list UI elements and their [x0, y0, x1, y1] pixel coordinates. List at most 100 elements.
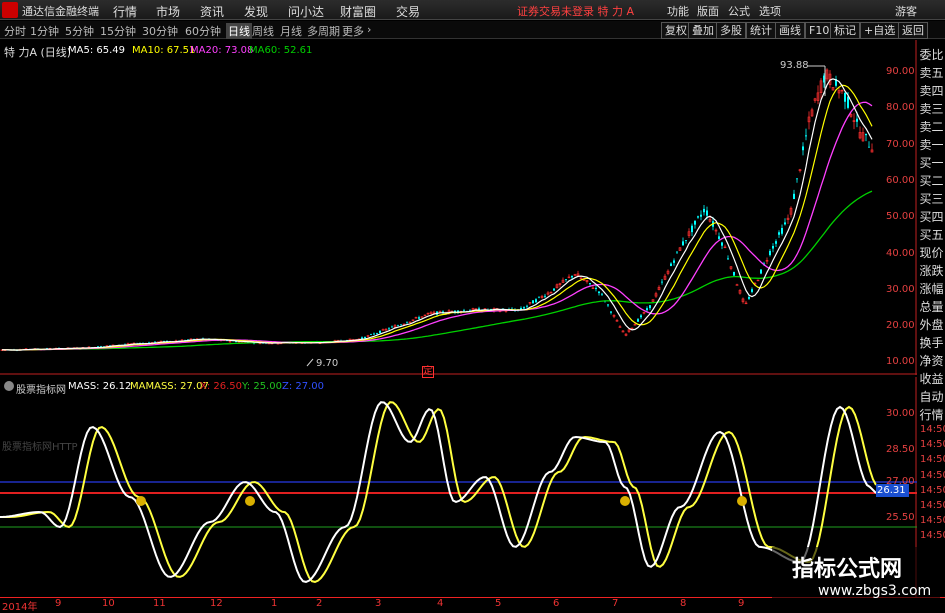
date-label: 2 [316, 598, 323, 609]
period-tab-multi[interactable]: 多周期 [307, 23, 340, 39]
candle-body [781, 227, 783, 234]
tool-mark-button[interactable]: 标记 [830, 22, 860, 39]
period-tab-daily[interactable]: 日线 [226, 23, 252, 39]
side-panel-item[interactable]: 买四 [918, 208, 945, 226]
side-panel-item[interactable]: 外盘 [918, 316, 945, 334]
candle-body [865, 133, 867, 136]
tool-draw-button[interactable]: 画线 [775, 22, 805, 39]
z-value: Z: 27.00 [282, 381, 325, 392]
side-panel-item[interactable]: 自动 [918, 388, 945, 406]
sub-watermark: 股票指标网HTTP [2, 442, 78, 453]
chevron-right-icon[interactable]: › [367, 23, 371, 36]
low-pointer [306, 358, 314, 367]
side-panel-item[interactable]: 收益 [918, 370, 945, 388]
candle-body [748, 297, 750, 299]
candle-body [364, 336, 366, 339]
candle-body [802, 146, 804, 151]
date-label: 6 [553, 598, 560, 609]
menu-item-trade[interactable]: 交易 [396, 3, 420, 20]
period-tab-30min[interactable]: 30分钟 [142, 23, 178, 39]
sub-axis-time: 14:50 [920, 424, 945, 435]
candle-body [640, 315, 642, 318]
period-toolbar: 分时 1分钟 5分钟 15分钟 30分钟 60分钟 日线 周线 月线 多周期 更… [0, 21, 945, 39]
candle-body [682, 241, 684, 246]
menu-item-wealth[interactable]: 财富圈 [340, 3, 376, 20]
period-tab-5min[interactable]: 5分钟 [65, 23, 94, 39]
side-panel-item[interactable]: 卖五 [918, 64, 945, 82]
indicator-name[interactable]: 股票指标网 [16, 381, 66, 396]
candle-body [772, 245, 774, 249]
candle-body [703, 208, 705, 213]
candle-body [751, 289, 753, 292]
app-title: 通达信金融终端 [22, 5, 99, 18]
candle-body [700, 214, 702, 217]
period-tab-monthly[interactable]: 月线 [280, 23, 302, 39]
price-chart[interactable] [0, 40, 917, 375]
candle-body [565, 279, 567, 281]
period-tab-60min[interactable]: 60分钟 [185, 23, 221, 39]
price-axis-label: 30.00 [886, 283, 915, 295]
date-label: 4 [437, 598, 444, 609]
candle-body [760, 269, 762, 274]
side-panel-item[interactable]: 现价 [918, 244, 945, 262]
price-axis-label: 20.00 [886, 320, 915, 332]
price-axis-label: 80.00 [886, 102, 915, 114]
side-panel-item[interactable]: 买三 [918, 190, 945, 208]
side-panel-item[interactable]: 总量 [918, 298, 945, 316]
menu-item-layout[interactable]: 版面 [697, 3, 719, 19]
menu-item-market[interactable]: 市场 [156, 3, 180, 20]
candle-body [775, 241, 777, 244]
sub-axis-label: 27.00 [886, 476, 915, 487]
menu-item-formula[interactable]: 公式 [728, 3, 750, 19]
candle-body [571, 275, 573, 278]
price-axis-label: 50.00 [886, 211, 915, 223]
x-value: X: 26.50 [200, 381, 243, 392]
tool-overlay-button[interactable]: 叠加 [688, 22, 718, 39]
candle-body [154, 341, 156, 343]
tool-multistock-button[interactable]: 多股 [716, 22, 746, 39]
candle-body [670, 263, 672, 266]
sub-axis-time: 14:50 [920, 530, 945, 542]
app-logo-icon [2, 2, 18, 18]
period-tab-15min[interactable]: 15分钟 [100, 23, 136, 39]
menu-item-discover[interactable]: 发现 [244, 3, 268, 20]
side-panel-item[interactable]: 委比 [918, 46, 945, 64]
period-tab-timeshare[interactable]: 分时 [4, 23, 26, 39]
menu-item-quotes[interactable]: 行情 [113, 3, 137, 20]
period-tab-more[interactable]: 更多 [342, 23, 364, 39]
menu-item-functions[interactable]: 功能 [667, 3, 689, 19]
side-panel-item[interactable]: 买五 [918, 226, 945, 244]
date-label: 8 [680, 598, 687, 609]
date-label: 1 [271, 598, 278, 609]
side-panel-item[interactable]: 卖三 [918, 100, 945, 118]
side-panel-item[interactable]: 卖四 [918, 82, 945, 100]
candle-body [397, 325, 399, 327]
side-panel-item[interactable]: 买二 [918, 172, 945, 190]
candle-body [661, 281, 663, 283]
watermark-title: 指标公式网 [792, 557, 903, 582]
side-panel-item[interactable]: 涨跌 [918, 262, 945, 280]
sub-axis-label: 30.00 [886, 408, 915, 419]
sub-axis-time: 14:50 [920, 469, 945, 481]
guest-label[interactable]: 游客 [895, 3, 917, 19]
side-panel-item[interactable]: 卖一 [918, 136, 945, 154]
side-panel-item[interactable]: 换手 [918, 334, 945, 352]
side-panel-item[interactable]: 涨幅 [918, 280, 945, 298]
tool-watchlist-button[interactable]: +自选 [860, 22, 900, 39]
menu-item-options[interactable]: 选项 [759, 3, 781, 19]
menu-item-ask[interactable]: 问小达 [288, 3, 324, 20]
menu-item-news[interactable]: 资讯 [200, 3, 224, 20]
indicator-gear-icon[interactable] [4, 381, 14, 391]
side-panel-item[interactable]: 净资 [918, 352, 945, 370]
side-panel-item[interactable]: 行情 [918, 406, 945, 424]
signal-marker [136, 496, 146, 506]
side-panel: 委比 卖五 卖四 卖三 卖二 卖一 买一 买二 买三 买四 买五 现价 涨跌 涨幅 总量 外盘 换手 净资 收益 自动… [918, 46, 945, 424]
side-panel-item[interactable]: 卖二 [918, 118, 945, 136]
candle-body [601, 293, 603, 295]
period-tab-weekly[interactable]: 周线 [252, 23, 274, 39]
side-panel-item[interactable]: 买一 [918, 154, 945, 172]
tool-stats-button[interactable]: 统计 [746, 22, 776, 39]
tool-back-button[interactable]: 返回 [898, 22, 928, 39]
tool-adjust-button[interactable]: 复权 [661, 22, 691, 39]
period-tab-1min[interactable]: 1分钟 [30, 23, 59, 39]
